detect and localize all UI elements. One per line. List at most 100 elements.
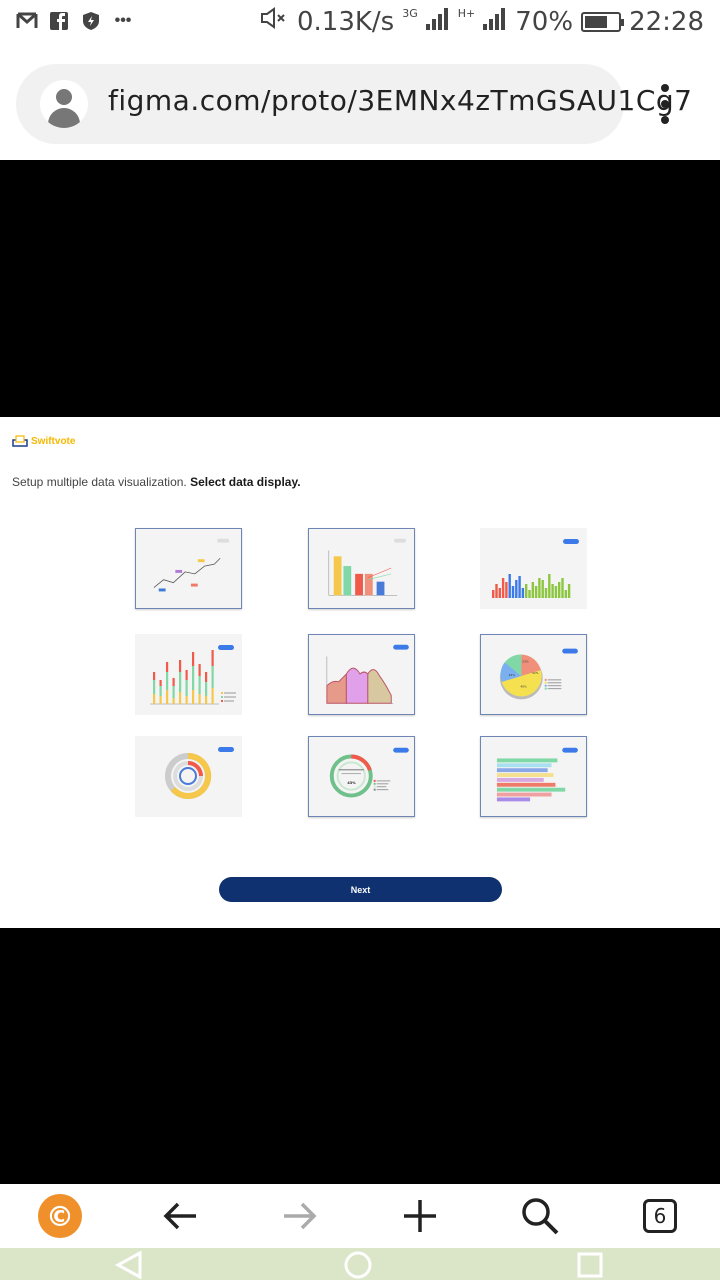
stacked-thumb-segment [166, 662, 169, 672]
tabs-icon[interactable]: 6 [630, 1190, 690, 1242]
search-icon[interactable] [510, 1190, 570, 1242]
browser-toolbar: © 6 [0, 1184, 720, 1248]
donut-chart-option[interactable]: 43% [308, 736, 415, 817]
facebook-icon [48, 10, 70, 32]
stacked-thumb-segment [205, 696, 208, 704]
clock: 22:28 [629, 6, 704, 37]
histogram-thumb-bar [561, 578, 564, 598]
stacked-thumb-segment [185, 670, 188, 680]
radial-chart-thumbnail-icon [165, 747, 234, 799]
next-button[interactable]: Next [219, 877, 502, 902]
stacked-thumb-segment [198, 676, 201, 694]
forward-arrow-icon[interactable] [270, 1190, 330, 1242]
stacked-bar-chart-option[interactable] [135, 634, 242, 715]
stacked-thumb-segment [192, 652, 195, 666]
battery-icon [581, 11, 625, 32]
nav-back-icon[interactable] [114, 1251, 144, 1279]
stacked-thumb-segment [211, 688, 214, 704]
histogram-thumb-bar [508, 574, 511, 598]
histogram-thumb-bar [492, 590, 495, 598]
prototype-frame: Swiftvote Setup multiple data visualizat… [1, 417, 720, 928]
stacked-thumb-segment [179, 692, 182, 704]
histogram-thumb-bar [521, 588, 525, 598]
profile-avatar-icon[interactable] [40, 80, 88, 128]
histogram-thumb-bar [518, 576, 521, 598]
histogram-thumb-bar [511, 586, 515, 598]
histogram-thumb-bar [505, 582, 508, 598]
histogram-thumb-bar [548, 574, 551, 598]
address-bar[interactable]: figma.com/proto/3EMNx4zTmGSAU1Cg7 [16, 64, 692, 144]
histogram-thumb-bar [538, 578, 541, 598]
tab-count: 6 [643, 1199, 677, 1233]
signal-bars-icon [425, 7, 450, 37]
heading-prefix: Setup multiple data visualization. [12, 475, 191, 489]
stacked-thumb-segment [205, 682, 208, 696]
stacked-thumb-segment [185, 680, 188, 696]
heading-emphasis: Select data display. [190, 475, 301, 489]
stacked-thumb-segment [153, 680, 156, 694]
histogram-thumb-bar [564, 590, 567, 598]
area-chart-option[interactable] [308, 634, 415, 715]
histogram-thumb-bar [531, 582, 534, 598]
histogram-thumbnail-icon [492, 539, 579, 598]
stacked-thumb-segment [205, 672, 208, 682]
back-arrow-icon[interactable] [150, 1190, 210, 1242]
stacked-thumb-segment [198, 694, 201, 704]
histogram-thumb-bar [498, 588, 501, 598]
stacked-thumb-segment [159, 680, 162, 686]
horizontal-bar-chart-thumbnail-icon [496, 747, 578, 802]
histogram-thumb-bar [515, 580, 518, 598]
brand-name: Swiftvote [31, 435, 76, 447]
histogram-thumb-bar [534, 586, 538, 598]
battery-percent: 70% [515, 6, 574, 37]
histogram-thumb-bar [544, 588, 548, 598]
pie-chart-option[interactable]: 23% 32% 45% 45% [480, 634, 587, 715]
stacked-thumb-segment [166, 690, 169, 704]
stacked-thumb-segment [172, 698, 175, 704]
horizontal-bar-chart-option[interactable] [480, 736, 587, 817]
histogram-option[interactable] [480, 528, 587, 609]
stacked-bar-chart-thumbnail-icon [150, 645, 236, 705]
histogram-thumb-bar [551, 584, 554, 598]
page-heading: Setup multiple data visualization. Selec… [12, 475, 301, 489]
ballot-box-icon [12, 435, 28, 447]
line-chart-option[interactable] [135, 528, 242, 609]
brand-logo: Swiftvote [12, 435, 75, 447]
histogram-thumb-bar [525, 584, 528, 598]
histogram-thumb-bar [567, 584, 571, 598]
stacked-thumb-segment [211, 666, 214, 688]
nav-recents-icon[interactable] [576, 1251, 604, 1279]
system-nav-bar [0, 1248, 720, 1280]
bar-chart-option[interactable] [308, 528, 415, 609]
pie-label-3: 45% [509, 673, 516, 677]
stacked-thumb-segment [198, 664, 201, 676]
stacked-thumb-segment [166, 672, 169, 690]
stacked-thumb-segment [153, 672, 156, 680]
area-chart-thumbnail-icon [326, 644, 409, 704]
pie-label-1: 23% [522, 659, 529, 663]
signal-bars-2-icon [483, 7, 507, 37]
c-logo-icon[interactable]: © [30, 1190, 90, 1242]
url-text[interactable]: figma.com/proto/3EMNx4zTmGSAU1Cg7 [108, 84, 692, 117]
gmail-icon [16, 10, 38, 32]
stacked-thumb-segment [211, 650, 214, 666]
histogram-thumb-bar [558, 582, 561, 598]
new-tab-icon[interactable] [390, 1190, 450, 1242]
nav-home-icon[interactable] [343, 1250, 373, 1280]
stacked-thumb-segment [172, 678, 175, 686]
line-chart-thumbnail-icon [153, 538, 229, 592]
histogram-thumb-bar [528, 590, 531, 598]
mute-icon [259, 6, 289, 37]
status-bar: ••• 0.13K/s 3G H+ 70% 22:28 [0, 0, 720, 50]
histogram-thumb-bar [541, 580, 544, 598]
net-speed: 0.13K/s [296, 6, 395, 37]
donut-center-label: 43% [347, 781, 356, 785]
signal-label-1: 3G [402, 7, 418, 20]
radial-chart-option[interactable] [135, 736, 242, 817]
histogram-thumb-bar [501, 578, 505, 598]
stacked-thumb-segment [185, 696, 188, 704]
stacked-thumb-segment [192, 690, 195, 704]
stacked-thumb-segment [153, 694, 156, 704]
pie-label-2: 32% [532, 671, 539, 675]
browser-menu-icon[interactable] [656, 84, 674, 124]
